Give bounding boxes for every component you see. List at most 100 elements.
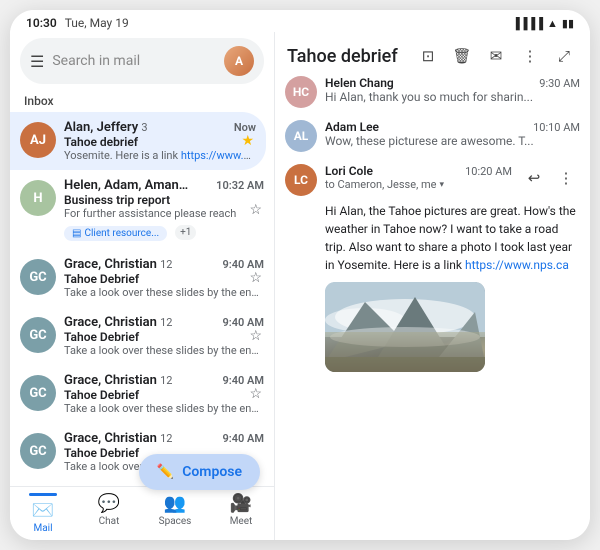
star-icon-5[interactable]: ☆ — [249, 386, 262, 402]
status-icons: ▐▐▐▐ ▲ ▮▮ — [512, 17, 574, 30]
doc-icon: ▤ — [72, 228, 81, 239]
email-item-3[interactable]: GC Grace, Christian 12 9:40 AM Tahoe Deb… — [10, 249, 274, 307]
expanded-to-text: to Cameron, Jesse, me — [325, 178, 436, 191]
nav-item-mail[interactable]: ✉️ Mail — [10, 487, 76, 540]
menu-icon[interactable]: ☰ — [30, 52, 44, 71]
email-preview-4: Take a look over these slides by the end… — [64, 344, 264, 357]
star-icon-2[interactable]: ☆ — [249, 202, 262, 218]
thread-header: Tahoe debrief ⊡ 🗑 ✉ ⋮ ⤢ — [275, 32, 590, 76]
chat-nav-label: Chat — [99, 516, 120, 527]
email-content-2: Helen, Adam, Amanda 4 10:32 AM Business … — [64, 178, 264, 241]
msg-header-1: Helen Chang 9:30 AM — [325, 76, 580, 90]
expand-action[interactable]: ⤢ — [550, 42, 578, 70]
expanded-actions-3: ↩ ⋮ — [520, 164, 580, 192]
email-item-4[interactable]: GC Grace, Christian 12 9:40 AM Tahoe Deb… — [10, 307, 274, 365]
star-icon-1[interactable]: ★ — [241, 133, 254, 149]
battery-icon: ▮▮ — [562, 17, 574, 30]
thread-title: Tahoe debrief — [287, 46, 408, 67]
bottom-nav: ✉️ Mail 💬 Chat 👥 Spaces 🎥 Meet — [10, 486, 274, 540]
email-subject-3: Tahoe Debrief — [64, 272, 264, 286]
status-bar: 10:30 Tue, May 19 ▐▐▐▐ ▲ ▮▮ — [10, 10, 590, 32]
compose-icon: ✏️ — [157, 464, 174, 480]
nav-item-spaces[interactable]: 👥 Spaces — [142, 487, 208, 540]
chat-nav-icon: 💬 — [98, 493, 120, 514]
msg-avatar-1: HC — [285, 76, 317, 108]
plus-badge-2: +1 — [175, 225, 196, 240]
email-subject-1: Tahoe debrief — [64, 135, 256, 149]
main-layout: ☰ Search in mail A Inbox AJ Alan, Jeffer… — [10, 32, 590, 540]
email-header-5: Grace, Christian 12 9:40 AM — [64, 373, 264, 388]
email-subject-5: Tahoe Debrief — [64, 388, 264, 402]
more-action[interactable]: ⋮ — [516, 42, 544, 70]
message-row-1: HC Helen Chang 9:30 AM Hi Alan, thank yo… — [285, 76, 580, 108]
star-icon-3[interactable]: ☆ — [249, 270, 262, 286]
email-header-6: Grace, Christian 12 9:40 AM — [64, 431, 264, 446]
email-header-2: Helen, Adam, Amanda 4 10:32 AM — [64, 178, 264, 193]
msg-time-2: 10:10 AM — [533, 121, 580, 134]
msg-header-2: Adam Lee 10:10 AM — [325, 120, 580, 134]
email-item-1[interactable]: AJ Alan, Jeffery 3 Now Tahoe debrief Yos… — [10, 112, 266, 170]
msg-sender-2: Adam Lee — [325, 120, 379, 134]
email-item-5[interactable]: GC Grace, Christian 12 9:40 AM Tahoe Deb… — [10, 365, 274, 423]
email-avatar-6: GC — [20, 433, 56, 469]
search-input[interactable]: Search in mail — [52, 53, 216, 69]
email-item-2[interactable]: H Helen, Adam, Amanda 4 10:32 AM Busines… — [10, 170, 274, 249]
thread-messages: HC Helen Chang 9:30 AM Hi Alan, thank yo… — [275, 76, 590, 540]
meet-nav-icon: 🎥 — [230, 493, 252, 514]
msg-avatar-3: LC — [285, 164, 317, 196]
msg-avatar-2: AL — [285, 120, 317, 152]
spaces-nav-label: Spaces — [159, 516, 192, 527]
email-avatar-4: GC — [20, 317, 56, 353]
email-sender-2: Helen, Adam, Amanda 4 — [64, 178, 194, 193]
msg-time-1: 9:30 AM — [539, 77, 580, 90]
meet-nav-label: Meet — [230, 516, 253, 527]
email-sender-5: Grace, Christian 12 — [64, 373, 172, 388]
email-avatar-1: AJ — [20, 122, 56, 158]
email-content-4: Grace, Christian 12 9:40 AM Tahoe Debrie… — [64, 315, 264, 357]
search-bar[interactable]: ☰ Search in mail A — [20, 38, 264, 84]
wifi-icon: ▲ — [547, 17, 558, 30]
email-sender-1: Alan, Jeffery 3 — [64, 120, 148, 135]
email-time-6: 9:40 AM — [222, 432, 264, 445]
email-subject-2: Business trip report — [64, 193, 264, 207]
signal-icon: ▐▐▐▐ — [512, 17, 543, 30]
expanded-body-3: Hi Alan, the Tahoe pictures are great. H… — [285, 202, 580, 274]
expanded-time-3: 10:20 AM — [465, 165, 512, 178]
yosemite-image — [325, 282, 485, 372]
email-time-2: 10:32 AM — [216, 179, 264, 192]
reply-action[interactable]: ↩ — [520, 164, 548, 192]
user-avatar[interactable]: A — [224, 46, 254, 76]
status-date: Tue, May 19 — [65, 16, 129, 30]
compose-button[interactable]: ✏️ Compose — [139, 454, 260, 490]
msg-more-action[interactable]: ⋮ — [552, 164, 580, 192]
email-content-1: Alan, Jeffery 3 Now Tahoe debrief Yosemi… — [64, 120, 256, 162]
email-avatar-2: H — [20, 180, 56, 216]
msg-content-1: Helen Chang 9:30 AM Hi Alan, thank you s… — [325, 76, 580, 104]
nav-item-chat[interactable]: 💬 Chat — [76, 487, 142, 540]
archive-action[interactable]: ⊡ — [414, 42, 442, 70]
msg-content-2: Adam Lee 10:10 AM Wow, these picturese a… — [325, 120, 580, 148]
chevron-down-icon[interactable]: ▾ — [439, 180, 444, 190]
trash-action[interactable]: 🗑 — [448, 42, 476, 70]
star-icon-4[interactable]: ☆ — [249, 328, 262, 344]
mail-nav-icon: ✉️ — [32, 500, 54, 521]
spaces-nav-icon: 👥 — [164, 493, 186, 514]
email-badge-2: ▤ Client resource... — [64, 226, 167, 241]
nps-link[interactable]: https://www.nps.ca — [465, 258, 569, 272]
email-content-3: Grace, Christian 12 9:40 AM Tahoe Debrie… — [64, 257, 264, 299]
nav-item-meet[interactable]: 🎥 Meet — [208, 487, 274, 540]
msg-sender-1: Helen Chang — [325, 76, 394, 90]
msg-preview-1: Hi Alan, thank you so much for sharin... — [325, 90, 580, 104]
msg-preview-2: Wow, these picturese are awesome. T... — [325, 134, 580, 148]
inbox-label: Inbox — [10, 92, 274, 112]
expanded-sender-3: Lori Cole — [325, 164, 373, 178]
left-panel: ☰ Search in mail A Inbox AJ Alan, Jeffer… — [10, 32, 275, 540]
email-preview-2: For further assistance please reach — [64, 207, 264, 220]
expanded-header-3: LC Lori Cole 10:20 AM to Cameron, Jesse,… — [285, 164, 580, 196]
email-preview-3: Take a look over these slides by the end… — [64, 286, 264, 299]
message-row-2: AL Adam Lee 10:10 AM Wow, these pictures… — [285, 120, 580, 152]
email-avatar-5: GC — [20, 375, 56, 411]
email-sender-4: Grace, Christian 12 — [64, 315, 172, 330]
mail-action[interactable]: ✉ — [482, 42, 510, 70]
email-content-5: Grace, Christian 12 9:40 AM Tahoe Debrie… — [64, 373, 264, 415]
